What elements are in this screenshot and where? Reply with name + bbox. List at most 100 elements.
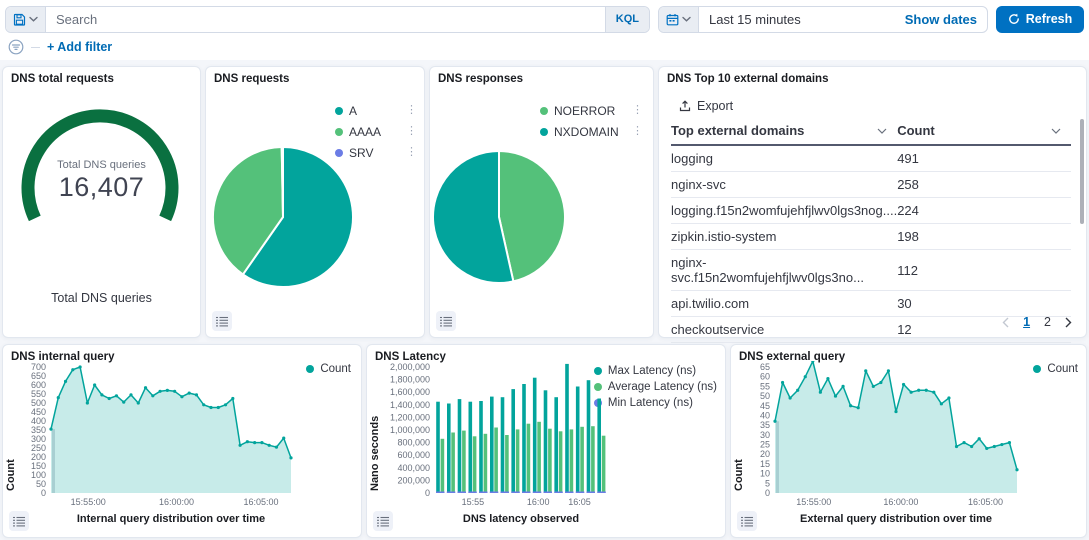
data-point[interactable]	[978, 437, 981, 440]
calendar-menu-button[interactable]	[659, 7, 699, 32]
refresh-button[interactable]: Refresh	[996, 6, 1084, 33]
search-input[interactable]	[46, 7, 605, 32]
previous-page-icon[interactable]	[1002, 317, 1009, 328]
data-point[interactable]	[1015, 468, 1018, 471]
bar-min-latency[interactable]	[447, 492, 456, 494]
data-point[interactable]	[202, 403, 205, 406]
legend-toggle-button[interactable]	[436, 311, 456, 331]
bar-average-latency[interactable]	[473, 436, 477, 493]
bar-min-latency[interactable]	[458, 492, 467, 494]
data-point[interactable]	[910, 391, 913, 394]
bar-max-latency[interactable]	[490, 397, 494, 493]
bar-average-latency[interactable]	[527, 424, 531, 493]
data-point[interactable]	[819, 391, 822, 394]
data-point[interactable]	[78, 365, 81, 368]
legend-actions-icon[interactable]: ⋮	[404, 147, 419, 158]
bar-max-latency[interactable]	[587, 380, 591, 493]
data-point[interactable]	[282, 437, 285, 440]
data-point[interactable]	[932, 391, 935, 394]
bar-average-latency[interactable]	[516, 429, 520, 493]
bar-max-latency[interactable]	[447, 404, 451, 494]
legend-actions-icon[interactable]: ⋮	[404, 105, 419, 116]
data-point[interactable]	[173, 390, 176, 393]
bar-max-latency[interactable]	[554, 397, 558, 493]
bar-min-latency[interactable]	[576, 492, 585, 494]
column-header-count[interactable]: Count	[897, 119, 1071, 145]
bar-average-latency[interactable]	[559, 431, 563, 493]
table-scrollbar[interactable]	[1080, 119, 1084, 224]
data-point[interactable]	[993, 445, 996, 448]
data-point[interactable]	[1000, 443, 1003, 446]
area-chart-external-query[interactable]: 0510152025303540455055606515:55:0016:00:…	[731, 361, 1071, 511]
page-number-1[interactable]: 1	[1023, 315, 1030, 329]
data-point[interactable]	[100, 393, 103, 396]
data-point[interactable]	[864, 369, 867, 372]
export-button[interactable]: Export	[679, 99, 733, 113]
pie-chart-dns-requests[interactable]	[211, 145, 357, 291]
data-point[interactable]	[246, 440, 249, 443]
bar-min-latency[interactable]	[565, 492, 574, 494]
data-point[interactable]	[841, 385, 844, 388]
data-point[interactable]	[962, 441, 965, 444]
bar-max-latency[interactable]	[511, 389, 515, 493]
data-point[interactable]	[796, 389, 799, 392]
data-point[interactable]	[789, 396, 792, 399]
bar-max-latency[interactable]	[469, 402, 473, 493]
bar-max-latency[interactable]	[597, 399, 601, 494]
data-point[interactable]	[804, 375, 807, 378]
bar-max-latency[interactable]	[576, 387, 580, 494]
legend-toggle-button[interactable]	[373, 511, 393, 531]
data-point[interactable]	[71, 368, 74, 371]
legend-actions-icon[interactable]: ⋮	[630, 105, 645, 116]
legend-actions-icon[interactable]: ⋮	[404, 126, 419, 137]
bar-max-latency[interactable]	[436, 402, 440, 493]
bar-min-latency[interactable]	[479, 492, 488, 494]
legend-toggle-button[interactable]	[9, 511, 29, 531]
data-point[interactable]	[158, 390, 161, 393]
bar-average-latency[interactable]	[570, 429, 574, 493]
data-point[interactable]	[894, 410, 897, 413]
data-point[interactable]	[872, 385, 875, 388]
add-filter-button[interactable]: + Add filter	[47, 40, 112, 54]
bar-min-latency[interactable]	[436, 492, 445, 494]
data-point[interactable]	[826, 377, 829, 380]
data-point[interactable]	[209, 406, 212, 409]
data-point[interactable]	[238, 444, 241, 447]
bar-average-latency[interactable]	[591, 426, 595, 493]
bar-min-latency[interactable]	[511, 492, 520, 494]
data-point[interactable]	[857, 406, 860, 409]
legend-item-a[interactable]: A ⋮	[335, 100, 419, 121]
data-point[interactable]	[917, 389, 920, 392]
filter-icon[interactable]	[8, 39, 24, 55]
data-point[interactable]	[137, 401, 140, 404]
data-point[interactable]	[902, 383, 905, 386]
area-chart-internal-query[interactable]: 0501001502002503003504004505005506006507…	[3, 361, 347, 511]
bar-min-latency[interactable]	[554, 492, 563, 494]
data-point[interactable]	[93, 383, 96, 386]
data-point[interactable]	[188, 392, 191, 395]
bar-min-latency[interactable]	[533, 492, 542, 494]
data-point[interactable]	[57, 396, 60, 399]
bar-min-latency[interactable]	[597, 492, 606, 494]
bar-average-latency[interactable]	[441, 439, 445, 493]
bar-min-latency[interactable]	[522, 492, 531, 494]
data-point[interactable]	[268, 444, 271, 447]
data-point[interactable]	[955, 445, 958, 448]
next-page-icon[interactable]	[1065, 317, 1072, 328]
data-point[interactable]	[985, 447, 988, 450]
bar-average-latency[interactable]	[462, 431, 466, 493]
bar-max-latency[interactable]	[458, 399, 462, 493]
data-point[interactable]	[231, 397, 234, 400]
show-dates-button[interactable]: Show dates	[895, 7, 987, 32]
bar-min-latency[interactable]	[501, 492, 510, 494]
saved-query-menu-button[interactable]	[6, 7, 46, 32]
pie-slice-srv[interactable]	[282, 147, 283, 217]
data-point[interactable]	[49, 428, 52, 431]
bar-average-latency[interactable]	[505, 435, 509, 493]
data-point[interactable]	[947, 396, 950, 399]
page-number-2[interactable]: 2	[1044, 315, 1051, 329]
data-point[interactable]	[887, 369, 890, 372]
bar-average-latency[interactable]	[537, 422, 541, 493]
data-point[interactable]	[195, 393, 198, 396]
bar-min-latency[interactable]	[587, 492, 596, 494]
